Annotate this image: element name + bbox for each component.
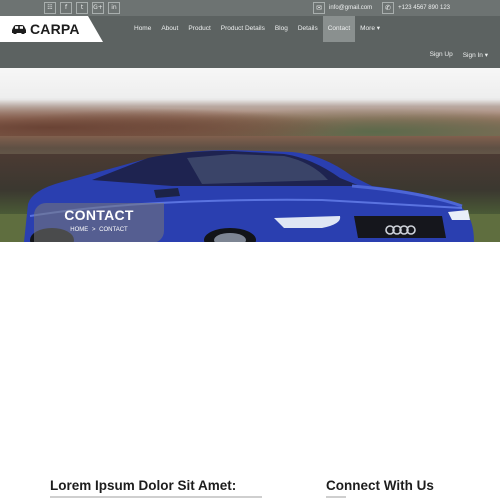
page-title: CONTACT xyxy=(64,207,134,223)
nav-item-contact[interactable]: Contact xyxy=(322,16,356,42)
brand-name: CARPA xyxy=(30,21,80,37)
breadcrumb-home[interactable]: HOME xyxy=(70,227,88,233)
logo[interactable]: CARPA xyxy=(0,16,103,42)
phone-number[interactable]: +123 4567 890 123 xyxy=(398,5,450,11)
breadcrumb: HOME > CONTACT xyxy=(34,227,164,233)
sign-up-link[interactable]: Sign Up xyxy=(430,51,453,59)
facebook-icon[interactable]: f xyxy=(60,2,72,14)
nav-item-details[interactable]: Details xyxy=(293,16,323,42)
breadcrumb-current: CONTACT xyxy=(99,227,128,233)
nav-item-product-details[interactable]: Product Details xyxy=(216,16,270,42)
section-text-placeholder xyxy=(50,496,262,498)
contact-info: ✉ info@gmail.com ✆ +123 4567 890 123 xyxy=(313,2,456,14)
nav-item-blog[interactable]: Blog xyxy=(270,16,293,42)
twitter-icon[interactable]: t xyxy=(76,2,88,14)
linkedin-icon[interactable]: in xyxy=(108,2,120,14)
rss-icon[interactable]: ☷ xyxy=(44,2,56,14)
nav-item-about[interactable]: About xyxy=(156,16,183,42)
google-plus-icon[interactable]: G+ xyxy=(92,2,104,14)
tree-line xyxy=(0,94,500,136)
sign-in-dropdown[interactable]: Sign In ▾ xyxy=(463,51,488,59)
car-icon xyxy=(12,25,26,34)
nav-item-home[interactable]: Home xyxy=(129,16,156,42)
section-heading-left: Lorem Ipsum Dolor Sit Amet: xyxy=(50,478,237,493)
envelope-icon: ✉ xyxy=(313,2,325,14)
top-bar: ☷ f t G+ in ✉ info@gmail.com ✆ +123 4567… xyxy=(0,0,500,16)
breadcrumb-separator: > xyxy=(91,227,96,233)
nav-item-product[interactable]: Product xyxy=(183,16,215,42)
section-text-placeholder xyxy=(326,496,346,498)
nav-menu: Home About Product Product Details Blog … xyxy=(129,16,385,42)
hero-banner: CONTACT HOME > CONTACT xyxy=(0,68,500,242)
email-link[interactable]: info@gmail.com xyxy=(329,5,372,11)
nav-item-more[interactable]: More ▾ xyxy=(355,16,385,42)
page-title-badge: CONTACT HOME > CONTACT xyxy=(34,203,164,242)
social-links: ☷ f t G+ in xyxy=(44,2,120,14)
phone-icon: ✆ xyxy=(382,2,395,14)
auth-links: Sign Up Sign In ▾ xyxy=(430,51,488,59)
section-heading-right: Connect With Us xyxy=(326,478,434,493)
main-navbar: CARPA Home About Product Product Details… xyxy=(0,16,500,68)
